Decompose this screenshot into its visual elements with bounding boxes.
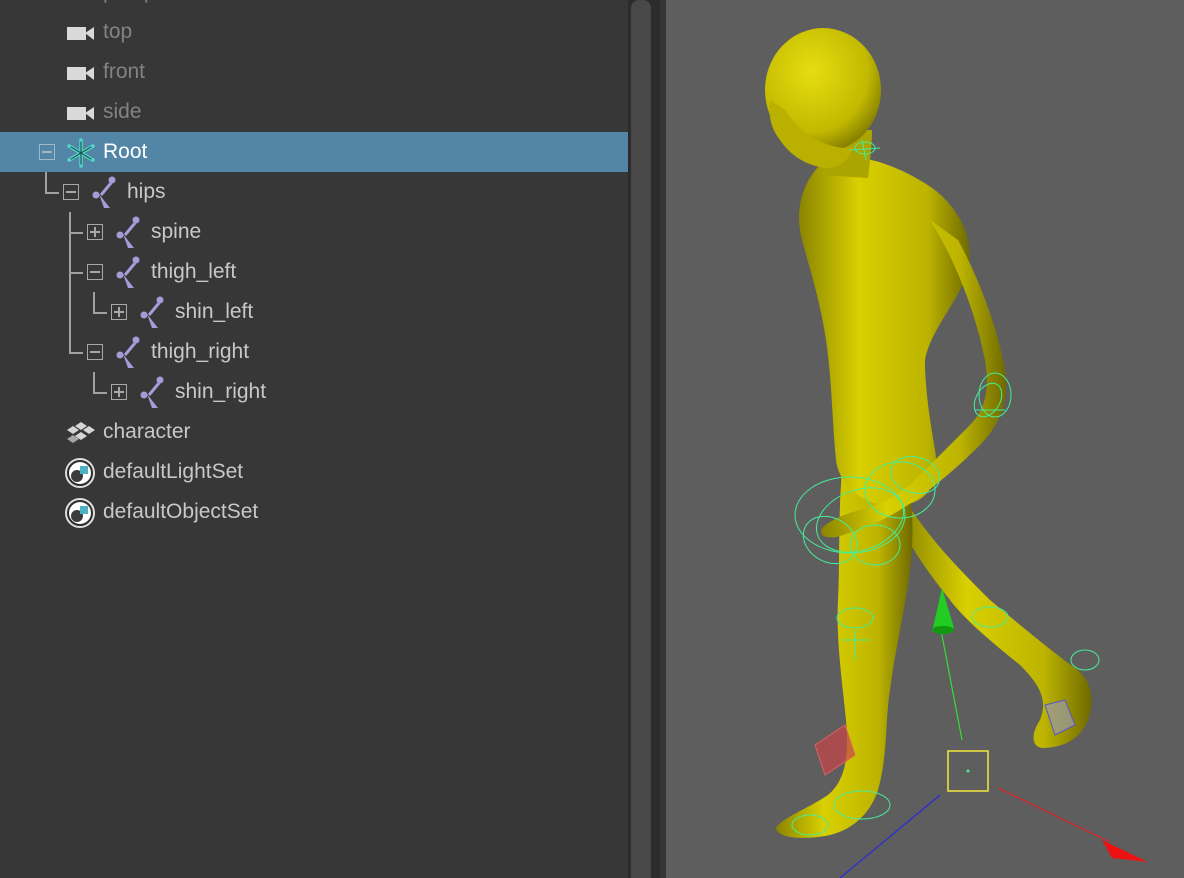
outliner-item-label: thigh_left bbox=[151, 260, 237, 283]
collapse-toggle-icon[interactable] bbox=[87, 344, 103, 360]
viewport-3d[interactable] bbox=[666, 0, 1184, 878]
outliner-item-label: front bbox=[103, 60, 146, 83]
collapse-toggle-icon[interactable] bbox=[63, 184, 79, 200]
outliner-item-label: hips bbox=[127, 180, 166, 203]
collapse-toggle-icon[interactable] bbox=[39, 144, 55, 160]
outliner-item-side[interactable]: side bbox=[0, 92, 628, 132]
outliner-item-label: defaultObjectSet bbox=[103, 500, 259, 523]
outliner-item-label: thigh_right bbox=[151, 340, 250, 363]
camera-icon bbox=[66, 20, 96, 46]
manipulator-x-axis bbox=[997, 787, 1111, 843]
outliner-item-shin-left[interactable]: shin_left bbox=[0, 292, 628, 332]
character-set-icon bbox=[64, 420, 98, 446]
manipulator-pivot bbox=[966, 769, 970, 773]
outliner-item-persp[interactable]: persp bbox=[0, 0, 628, 12]
outliner-item-thigh-left[interactable]: thigh_left bbox=[0, 252, 628, 292]
outliner-item-root[interactable]: Root bbox=[0, 132, 628, 172]
outliner-item-defaultlightset[interactable]: defaultLightSet bbox=[0, 452, 628, 492]
joint-icon bbox=[114, 215, 142, 249]
expand-toggle-icon[interactable] bbox=[87, 224, 103, 240]
joint-icon bbox=[138, 295, 166, 329]
manipulator-x-arrow[interactable] bbox=[1102, 840, 1148, 862]
outliner-item-front[interactable]: front bbox=[0, 52, 628, 92]
outliner-item-label: spine bbox=[151, 220, 202, 243]
outliner-scrollbar-thumb[interactable] bbox=[631, 0, 651, 878]
outliner-item-label: character bbox=[103, 420, 191, 443]
expand-toggle-icon[interactable] bbox=[111, 304, 127, 320]
manipulator-y-arrow-base bbox=[932, 626, 954, 634]
camera-icon bbox=[66, 0, 96, 6]
outliner-panel: persp top front side Root bbox=[0, 0, 628, 878]
object-set-icon bbox=[64, 457, 96, 489]
expand-toggle-icon[interactable] bbox=[111, 384, 127, 400]
joint-icon bbox=[138, 375, 166, 409]
camera-icon bbox=[66, 60, 96, 86]
outliner-item-label: shin_left bbox=[175, 300, 254, 323]
joint-icon bbox=[114, 255, 142, 289]
outliner-item-defaultobjectset[interactable]: defaultObjectSet bbox=[0, 492, 628, 532]
outliner-item-shin-right[interactable]: shin_right bbox=[0, 372, 628, 412]
outliner-item-hips[interactable]: hips bbox=[0, 172, 628, 212]
outliner-item-label: defaultLightSet bbox=[103, 460, 244, 483]
locator-icon bbox=[65, 137, 97, 169]
viewport-scene bbox=[765, 28, 1148, 878]
camera-icon bbox=[66, 100, 96, 126]
joint-icon bbox=[90, 175, 118, 209]
outliner-item-top[interactable]: top bbox=[0, 12, 628, 52]
outliner-item-spine[interactable]: spine bbox=[0, 212, 628, 252]
outliner-item-character[interactable]: character bbox=[0, 412, 628, 452]
joint-icon bbox=[114, 335, 142, 369]
outliner-item-thigh-right[interactable]: thigh_right bbox=[0, 332, 628, 372]
outliner-item-label: shin_right bbox=[175, 380, 267, 403]
object-set-icon bbox=[64, 497, 96, 529]
collapse-toggle-icon[interactable] bbox=[87, 264, 103, 280]
outliner-item-label: side bbox=[103, 100, 142, 123]
outliner-item-label: persp bbox=[103, 0, 156, 3]
manipulator-y-axis bbox=[939, 624, 963, 741]
outliner-item-label: Root bbox=[103, 140, 148, 163]
outliner-item-label: top bbox=[103, 20, 133, 43]
